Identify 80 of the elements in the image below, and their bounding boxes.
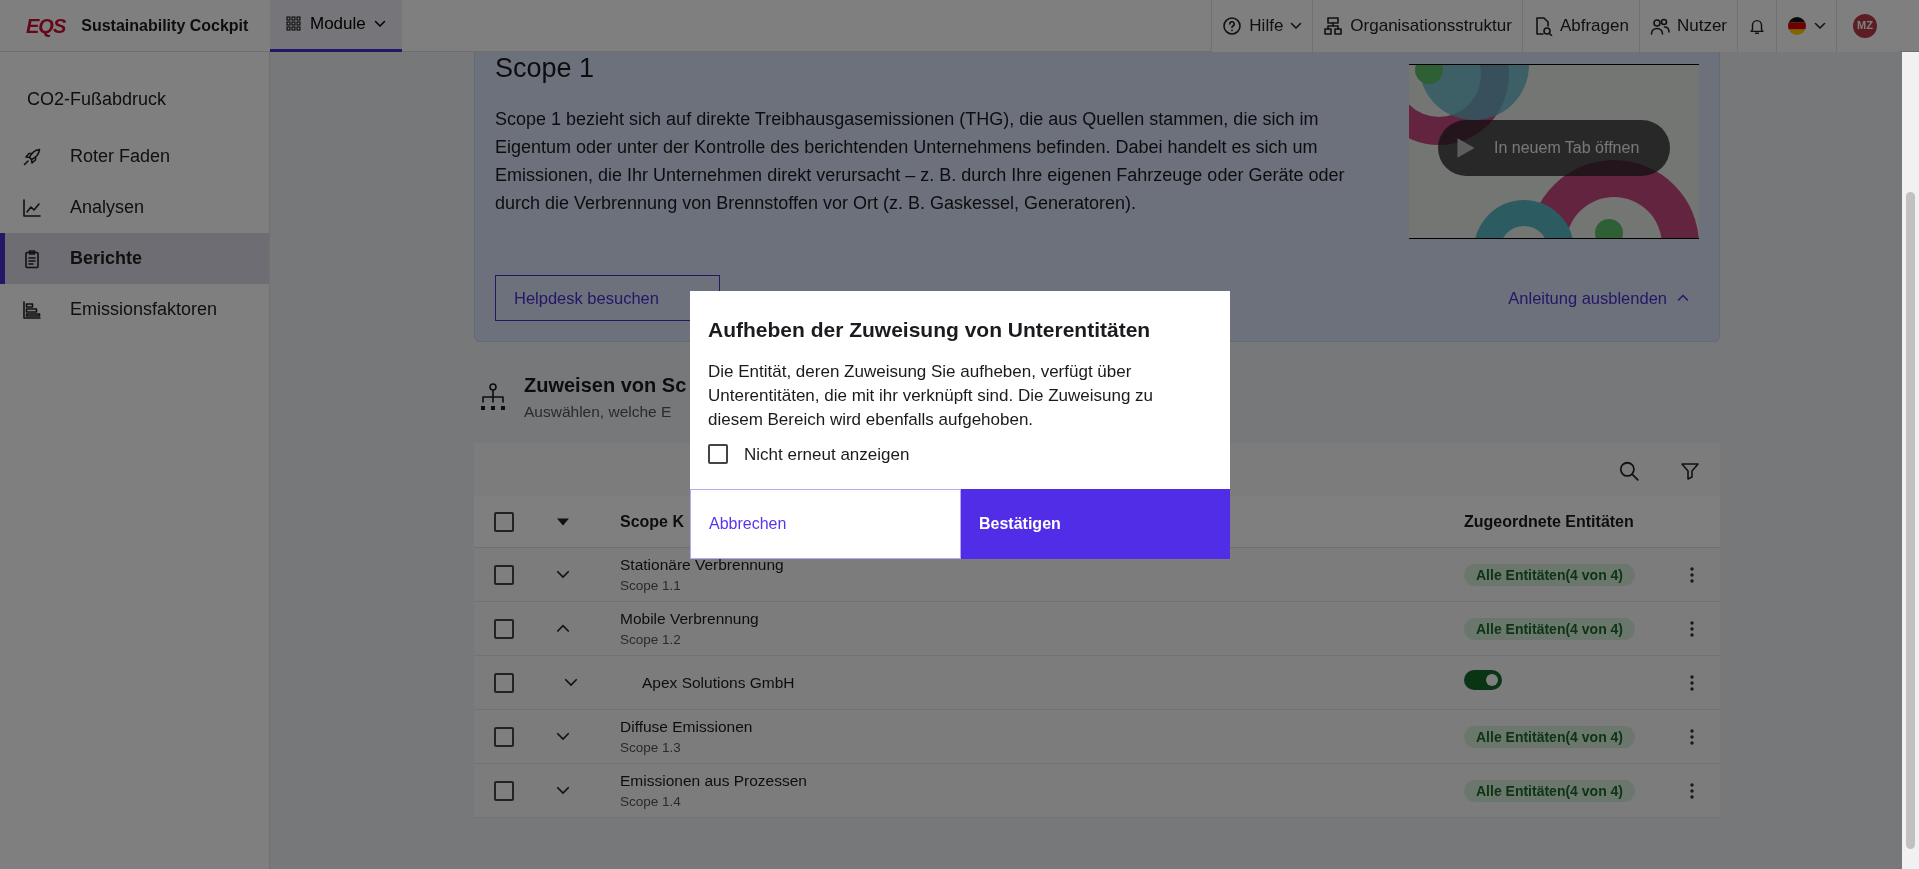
dialog-text: Die Entität, deren Zuweisung Sie aufheben, verfügt über Unterentitäten, die mit ihr verknüpft sind. Die Zuweisung zu diesem Bereich wird ebenfalls aufgehoben. — [707, 361, 1155, 431]
more-icon — [1690, 674, 1694, 691]
nav-item[interactable]: Hilfe — [1211, 0, 1313, 52]
clipboard-icon — [22, 248, 42, 269]
confirm-button[interactable]: Bestätigen — [961, 489, 1230, 560]
expand-toggle[interactable] — [564, 678, 578, 688]
expand-toggle[interactable] — [556, 624, 570, 634]
scope-name: Diffuse Emissionen — [620, 717, 754, 737]
module-menu[interactable]: Module — [270, 0, 402, 52]
row-checkbox[interactable] — [494, 672, 514, 693]
nav-item[interactable]: Organisationsstruktur — [1312, 0, 1522, 52]
open-video-button[interactable]: In neuem Tab öffnen — [1438, 120, 1670, 176]
scope-code: Scope 1.4 — [620, 793, 682, 812]
more-icon — [1690, 782, 1694, 799]
status-badge: Alle Entitäten(4 von 4) — [1464, 726, 1636, 749]
caret-icon — [373, 20, 386, 28]
help-icon — [1222, 15, 1243, 36]
line-chart-icon — [22, 197, 42, 218]
avatar: MZ — [1853, 13, 1877, 38]
flag-icon — [1787, 15, 1807, 36]
scope-code: Scope 1.1 — [620, 577, 682, 596]
sidebar-item[interactable]: Roter Faden — [0, 131, 269, 182]
guide-text: Scope 1 bezieht sich auf direkte Treibhausgasemissionen (THG), die aus Quellen stammen, die sich im Eigentum oder unter der Kontrolle des berichtenden Unternehmens befinden. Dabei handelt es sich um Emissionen, die Ihr Unternehmen direkt verursacht – z. B. durch Ihre eigenen Fahrzeuge oder Geräte oder durch die Verbrennung von Brennstoffen vor Ort (z. B. Gaskessel, Generatoren). — [495, 108, 1346, 216]
toggle-switch[interactable] — [1464, 669, 1502, 690]
hierarchy-icon — [478, 381, 508, 412]
sidebar-title: CO2-Fußabdruck — [26, 88, 168, 111]
search-icon — [1618, 459, 1640, 482]
row-checkbox[interactable] — [494, 726, 514, 747]
play-icon — [1456, 137, 1476, 159]
user-menu[interactable]: MZ — [1836, 0, 1899, 52]
section-subtitle: Auswählen, welche E — [524, 402, 673, 422]
filter-icon — [1680, 460, 1700, 481]
expand-toggle[interactable] — [556, 786, 570, 796]
row-checkbox[interactable] — [494, 618, 514, 639]
more-button[interactable] — [1690, 566, 1694, 583]
more-button[interactable] — [1690, 782, 1694, 799]
more-icon — [1690, 728, 1694, 745]
more-icon — [1690, 620, 1694, 637]
expand-toggle[interactable] — [556, 570, 570, 580]
more-button[interactable] — [1690, 728, 1694, 745]
bar-chart-icon — [22, 299, 42, 320]
more-button[interactable] — [1690, 674, 1694, 691]
scope-code: Scope 1.2 — [620, 631, 682, 650]
nav-item[interactable]: Abfragen — [1521, 0, 1639, 52]
expand-toggle[interactable] — [556, 732, 570, 742]
select-all-checkbox[interactable] — [494, 511, 514, 532]
logo[interactable]: EQS — [26, 10, 66, 41]
scrollbar[interactable] — [1902, 52, 1919, 869]
status-badge: Alle Entitäten(4 von 4) — [1464, 564, 1636, 587]
checkbox[interactable] — [708, 444, 728, 465]
notifications-button[interactable] — [1737, 0, 1776, 52]
scope-name: Emissionen aus Prozessen — [620, 771, 808, 791]
caret-icon — [1814, 21, 1826, 30]
status-badge: Alle Entitäten(4 von 4) — [1464, 618, 1636, 641]
row-checkbox[interactable] — [494, 564, 514, 585]
rocket-icon — [22, 146, 42, 167]
column-header: Scope K — [620, 512, 684, 530]
row-checkbox[interactable] — [494, 780, 514, 801]
caret-icon — [557, 517, 569, 526]
cancel-button[interactable]: Abbrechen — [690, 489, 961, 560]
more-button[interactable] — [1690, 620, 1694, 637]
checkbox-label: Nicht erneut anzeigen — [744, 443, 910, 466]
sidebar-item[interactable]: Berichte — [0, 233, 269, 284]
app-title: Sustainability Cockpit — [81, 15, 249, 36]
section-title: Zuweisen von Sc — [524, 373, 687, 398]
hierarchy-icon — [1323, 15, 1344, 36]
language-menu[interactable] — [1776, 0, 1836, 52]
column-header: Zugeordnete Entitäten — [1464, 511, 1635, 532]
sidebar-item[interactable]: Emissionsfaktoren — [0, 284, 269, 335]
grid-icon — [286, 16, 302, 32]
nav-item[interactable]: Nutzer — [1638, 0, 1737, 52]
scope-code: Scope 1.3 — [620, 739, 682, 758]
more-icon — [1690, 566, 1694, 583]
status-badge: Alle Entitäten(4 von 4) — [1464, 780, 1636, 803]
hide-guide-link[interactable]: Anleitung ausblenden — [1508, 285, 1689, 311]
entity-name: Apex Solutions GmbH — [642, 673, 796, 694]
guide-title: Scope 1 — [495, 52, 596, 85]
scope-name: Mobile Verbrennung — [620, 609, 760, 629]
chevron-up-icon — [1677, 294, 1689, 302]
sidebar-item[interactable]: Analysen — [0, 182, 269, 233]
